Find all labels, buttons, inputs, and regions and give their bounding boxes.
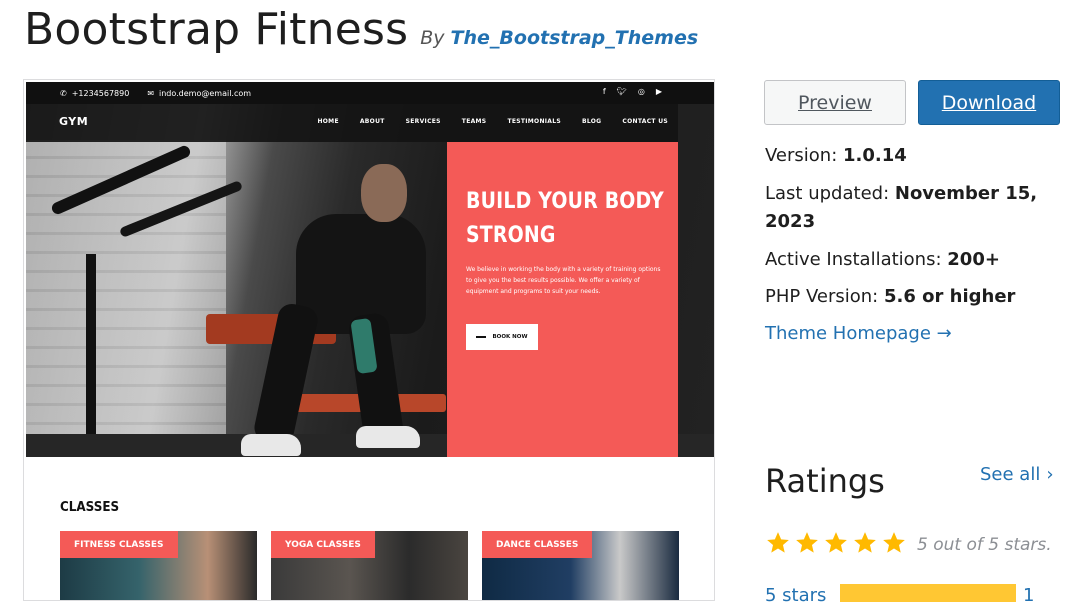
theme-screenshot: ✆ +1234567890 ✉ indo.demo@email.com f 🐦︎…: [23, 79, 715, 601]
meta-php-label: PHP Version:: [765, 286, 879, 307]
byline: By The_Bootstrap_Themes: [420, 27, 698, 49]
theme-header: Bootstrap Fitness By The_Bootstrap_Theme…: [24, 4, 698, 56]
demo-phone: ✆ +1234567890: [60, 89, 129, 98]
demo-hero-text: We believe in working the body with a va…: [466, 266, 661, 295]
demo-nav-about: ABOUT: [359, 118, 385, 125]
theme-homepage-link[interactable]: Theme Homepage →: [765, 320, 952, 348]
rating-row-label[interactable]: 5 stars: [765, 585, 826, 606]
demo-hero-headline: BUILD YOUR BODY STRONG: [466, 185, 664, 253]
see-all-ratings-link[interactable]: See all ›: [980, 464, 1054, 485]
mail-icon: ✉: [147, 88, 155, 98]
meta-php-version: PHP Version: 5.6 or higher: [765, 283, 1065, 311]
star-icon: [767, 532, 789, 553]
demo-phone-text: +1234567890: [71, 88, 130, 98]
demo-nav-contact: CONTACT US: [622, 118, 668, 125]
see-all-label: See all: [980, 464, 1041, 485]
byline-prefix: By: [420, 27, 445, 49]
demo-class-card: YOGA CLASSES: [271, 531, 468, 600]
demo-class-tag: DANCE CLASSES: [482, 531, 593, 558]
youtube-icon: ▶: [655, 87, 662, 96]
demo-hero-headline-2: STRONG: [466, 223, 556, 248]
demo-nav-home: HOME: [317, 118, 339, 125]
meta-installs-label: Active Installations:: [765, 249, 942, 270]
demo-class-card: DANCE CLASSES: [482, 531, 679, 600]
demo-navbar: GYM HOME ABOUT SERVICES TEAMS TESTIMONIA…: [26, 104, 678, 142]
demo-class-tag: FITNESS CLASSES: [60, 531, 178, 558]
rating-bar-fill: [840, 584, 1016, 602]
demo-class-card: FITNESS CLASSES: [60, 531, 257, 600]
star-icon: [854, 532, 876, 553]
rating-bar: [840, 584, 1016, 602]
download-button[interactable]: Download: [918, 80, 1060, 125]
star-icon: [825, 532, 847, 553]
demo-nav-services: SERVICES: [405, 118, 441, 125]
demo-book-now-button: BOOK NOW: [466, 324, 538, 350]
demo-hero-headline-1: BUILD YOUR BODY: [466, 189, 664, 214]
demo-class-tag: YOGA CLASSES: [271, 531, 375, 558]
demo-email-text: indo.demo@email.com: [159, 88, 252, 98]
preview-button[interactable]: Preview: [764, 80, 906, 125]
demo-logo: GYM: [59, 115, 89, 128]
chevron-right-icon: ›: [1046, 464, 1054, 485]
demo-book-now-label: BOOK NOW: [492, 334, 528, 340]
author-link[interactable]: The_Bootstrap_Themes: [451, 27, 699, 49]
demo-nav-blog: BLOG: [582, 118, 602, 125]
stars-summary: 5 out of 5 stars.: [917, 535, 1052, 555]
demo-nav-teams: TEAMS: [461, 118, 487, 125]
star-icon: [883, 532, 905, 553]
rating-row-count: 1: [1023, 585, 1035, 606]
phone-icon: ✆: [60, 88, 67, 98]
demo-email: ✉ indo.demo@email.com: [147, 89, 251, 98]
meta-installs-value: 200+: [947, 249, 1000, 270]
rating-breakdown-row[interactable]: 5 stars 1: [765, 584, 1065, 614]
dash-icon: [476, 336, 487, 338]
demo-topbar: ✆ +1234567890 ✉ indo.demo@email.com f 🐦︎…: [26, 82, 714, 104]
theme-title: Bootstrap Fitness: [24, 4, 409, 55]
demo-social-icons: f 🐦︎ ◎ ▶: [603, 87, 662, 96]
meta-updated-label: Last updated:: [765, 183, 890, 204]
demo-nav-links: HOME ABOUT SERVICES TEAMS TESTIMONIALS B…: [296, 118, 668, 125]
facebook-icon: f: [602, 87, 606, 96]
meta-version: Version: 1.0.14: [765, 142, 1065, 170]
star-rating: [765, 530, 907, 556]
instagram-icon: ◎: [637, 87, 645, 96]
star-icon: [796, 532, 818, 553]
twitter-icon: 🐦︎: [616, 87, 627, 96]
ratings-title: Ratings: [765, 462, 885, 500]
demo-hero-panel: BUILD YOUR BODY STRONG We believe in wor…: [447, 142, 678, 457]
meta-active-installations: Active Installations: 200+: [765, 246, 1065, 274]
demo-classes-title: CLASSES: [60, 500, 120, 515]
meta-php-value: 5.6 or higher: [883, 286, 1016, 307]
meta-version-label: Version:: [765, 145, 838, 166]
meta-version-value: 1.0.14: [843, 145, 907, 166]
demo-nav-testimonials: TESTIMONIALS: [507, 118, 561, 125]
meta-last-updated: Last updated: November 15, 2023: [765, 180, 1055, 236]
